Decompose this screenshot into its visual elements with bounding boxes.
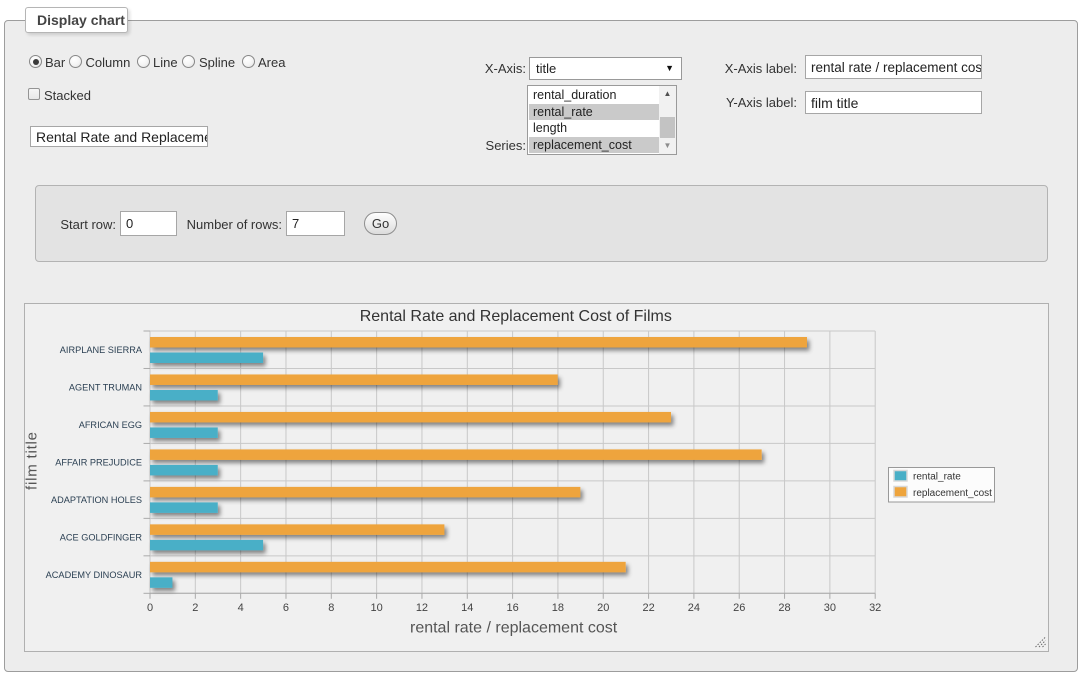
svg-text:28: 28 (778, 602, 790, 614)
svg-text:Rental Rate and Replacement Co: Rental Rate and Replacement Cost of Film… (360, 308, 672, 325)
svg-text:film title: film title (25, 431, 41, 490)
svg-text:0: 0 (147, 602, 153, 614)
svg-text:24: 24 (688, 602, 700, 614)
svg-text:8: 8 (328, 602, 334, 614)
svg-text:20: 20 (597, 602, 609, 614)
svg-text:26: 26 (733, 602, 745, 614)
svg-text:14: 14 (461, 602, 473, 614)
svg-text:AIRPLANE SIERRA: AIRPLANE SIERRA (60, 345, 143, 355)
svg-text:ACADEMY DINOSAUR: ACADEMY DINOSAUR (46, 570, 143, 580)
svg-text:rental rate / replacement cost: rental rate / replacement cost (410, 620, 618, 637)
svg-text:replacement_cost: replacement_cost (913, 488, 992, 499)
svg-text:32: 32 (869, 602, 881, 614)
svg-text:rental_rate: rental_rate (913, 472, 961, 483)
svg-text:ACE GOLDFINGER: ACE GOLDFINGER (60, 532, 143, 542)
svg-text:22: 22 (642, 602, 654, 614)
svg-text:6: 6 (283, 602, 289, 614)
svg-text:4: 4 (238, 602, 244, 614)
svg-text:AGENT TRUMAN: AGENT TRUMAN (69, 382, 142, 392)
svg-text:18: 18 (552, 602, 564, 614)
svg-text:10: 10 (370, 602, 382, 614)
svg-text:30: 30 (824, 602, 836, 614)
svg-text:AFFAIR PREJUDICE: AFFAIR PREJUDICE (55, 457, 142, 467)
svg-text:2: 2 (192, 602, 198, 614)
svg-text:16: 16 (506, 602, 518, 614)
svg-text:12: 12 (416, 602, 428, 614)
svg-text:ADAPTATION HOLES: ADAPTATION HOLES (51, 495, 142, 505)
svg-text:AFRICAN EGG: AFRICAN EGG (79, 420, 142, 430)
